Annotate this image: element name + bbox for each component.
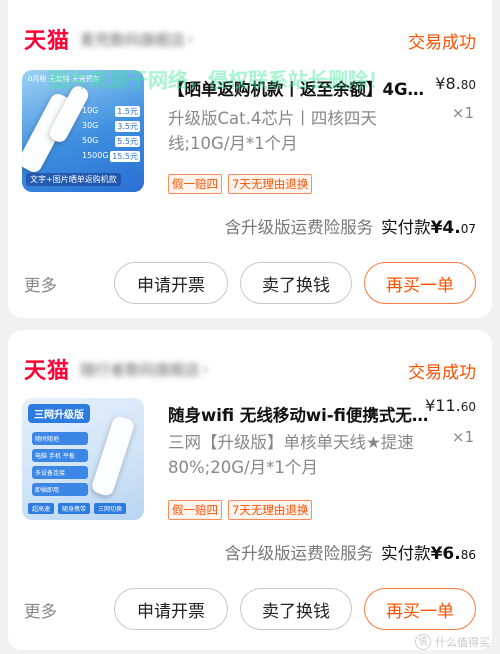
payment-summary: 含升级版运费险服务 实付款 ¥6.86 bbox=[225, 540, 476, 564]
feature-item: 电脑 手机 平板 bbox=[32, 449, 88, 462]
thumb-top-text: 0月租 无套路 无需预存 bbox=[28, 75, 100, 83]
plan-table: 10G 1.5元 30G 3.5元 50G 5.5元 1500G 15.5元 bbox=[82, 106, 140, 166]
thumb-caption: 文字+图片晒单返购机款 bbox=[26, 173, 121, 186]
feature-item: 多设备连接 bbox=[32, 466, 88, 479]
paid-amount: ¥4.07 bbox=[430, 218, 476, 238]
plan-row: 10G 1.5元 bbox=[82, 106, 140, 117]
buy-again-button[interactable]: 再买一单 bbox=[364, 588, 476, 630]
product-spec: 升级版Cat.4芯片丨四核四天线;10G/月*1个月 bbox=[168, 109, 377, 153]
smzdm-logo-icon: 值 bbox=[415, 634, 431, 650]
plan-row: 30G 3.5元 bbox=[82, 121, 140, 132]
product-spec: 三网【升级版】单核单天线★提速80%;20G/月*1个月 bbox=[168, 433, 414, 477]
feature-item: 即插即用 bbox=[32, 483, 88, 496]
chevron-right-icon: › bbox=[187, 28, 195, 50]
sell-button[interactable]: 卖了换钱 bbox=[240, 262, 352, 304]
paid-label: 实付款 bbox=[381, 544, 431, 563]
buy-again-button[interactable]: 再买一单 bbox=[364, 262, 476, 304]
unit-price: ¥8.80 bbox=[435, 74, 476, 93]
order-status: 交易成功 bbox=[408, 33, 476, 53]
order-card: 天猫 麦兜数码旗舰店 › 交易成功 0月租 无套路 无需预存 10G 1.5元 3… bbox=[8, 0, 492, 318]
product-title[interactable]: 随身wifi 无线移动wi-fi便携式无线网卡 bbox=[168, 402, 430, 426]
quantity: ×1 bbox=[451, 428, 474, 446]
sell-button[interactable]: 卖了换钱 bbox=[240, 588, 352, 630]
tag-fake-compensation: 假一赔四 bbox=[168, 174, 222, 194]
store-name[interactable]: 麦兜数码旗舰店 bbox=[80, 29, 185, 50]
order-status: 交易成功 bbox=[408, 363, 476, 383]
feature-item: 随时随地 bbox=[32, 432, 88, 445]
paid-amount: ¥6.86 bbox=[430, 544, 476, 564]
service-tags: 假一赔四 7天无理由退换 bbox=[168, 174, 313, 194]
thumb-badge: 三网升级版 bbox=[28, 404, 90, 423]
insurance-note: 含升级版运费险服务 bbox=[224, 218, 374, 237]
payment-summary: 含升级版运费险服务 实付款 ¥4.07 bbox=[225, 214, 476, 238]
store-header[interactable]: 天猫 麦兜数码旗舰店 › bbox=[24, 23, 194, 55]
corner-watermark: 值 什么值得买 bbox=[415, 634, 490, 650]
request-invoice-button[interactable]: 申请开票 bbox=[114, 588, 228, 630]
service-tags: 假一赔四 7天无理由退换 bbox=[168, 500, 313, 520]
request-invoice-button[interactable]: 申请开票 bbox=[114, 262, 228, 304]
tag-7day-return: 7天无理由退换 bbox=[228, 174, 313, 194]
tmall-logo: 天猫 bbox=[24, 359, 71, 384]
plan-row: 50G 5.5元 bbox=[82, 136, 140, 147]
dongle-image bbox=[90, 414, 136, 498]
thumb-bottom-tags: 超高速 随身携带 三网切换 bbox=[28, 503, 127, 514]
plan-row: 1500G 15.5元 bbox=[82, 151, 140, 162]
feature-list: 随时随地 电脑 手机 平板 多设备连接 即插即用 bbox=[32, 432, 88, 500]
more-link[interactable]: 更多 bbox=[24, 598, 57, 622]
chevron-right-icon: › bbox=[202, 358, 210, 380]
quantity: ×1 bbox=[451, 104, 474, 122]
store-name[interactable]: 随行者数码旗舰店 bbox=[80, 359, 200, 380]
more-link[interactable]: 更多 bbox=[24, 272, 57, 296]
store-header[interactable]: 天猫 随行者数码旗舰店 › bbox=[24, 353, 209, 385]
order-card: 天猫 随行者数码旗舰店 › 交易成功 三网升级版 随时随地 电脑 手机 平板 多… bbox=[8, 330, 492, 650]
paid-label: 实付款 bbox=[381, 218, 431, 237]
corner-watermark-text: 什么值得买 bbox=[435, 636, 490, 649]
product-thumbnail[interactable]: 三网升级版 随时随地 电脑 手机 平板 多设备连接 即插即用 超高速 随身携带 … bbox=[22, 398, 144, 520]
tag-7day-return: 7天无理由退换 bbox=[228, 500, 313, 520]
insurance-note: 含升级版运费险服务 bbox=[224, 544, 374, 563]
product-title[interactable]: 【晒单返购机款丨返至余额】4G随身wifi bbox=[168, 76, 430, 100]
tmall-logo: 天猫 bbox=[24, 29, 71, 54]
unit-price: ¥11.60 bbox=[425, 396, 476, 415]
tag-fake-compensation: 假一赔四 bbox=[168, 500, 222, 520]
product-thumbnail[interactable]: 0月租 无套路 无需预存 10G 1.5元 30G 3.5元 50G 5.5元 150… bbox=[22, 70, 144, 192]
